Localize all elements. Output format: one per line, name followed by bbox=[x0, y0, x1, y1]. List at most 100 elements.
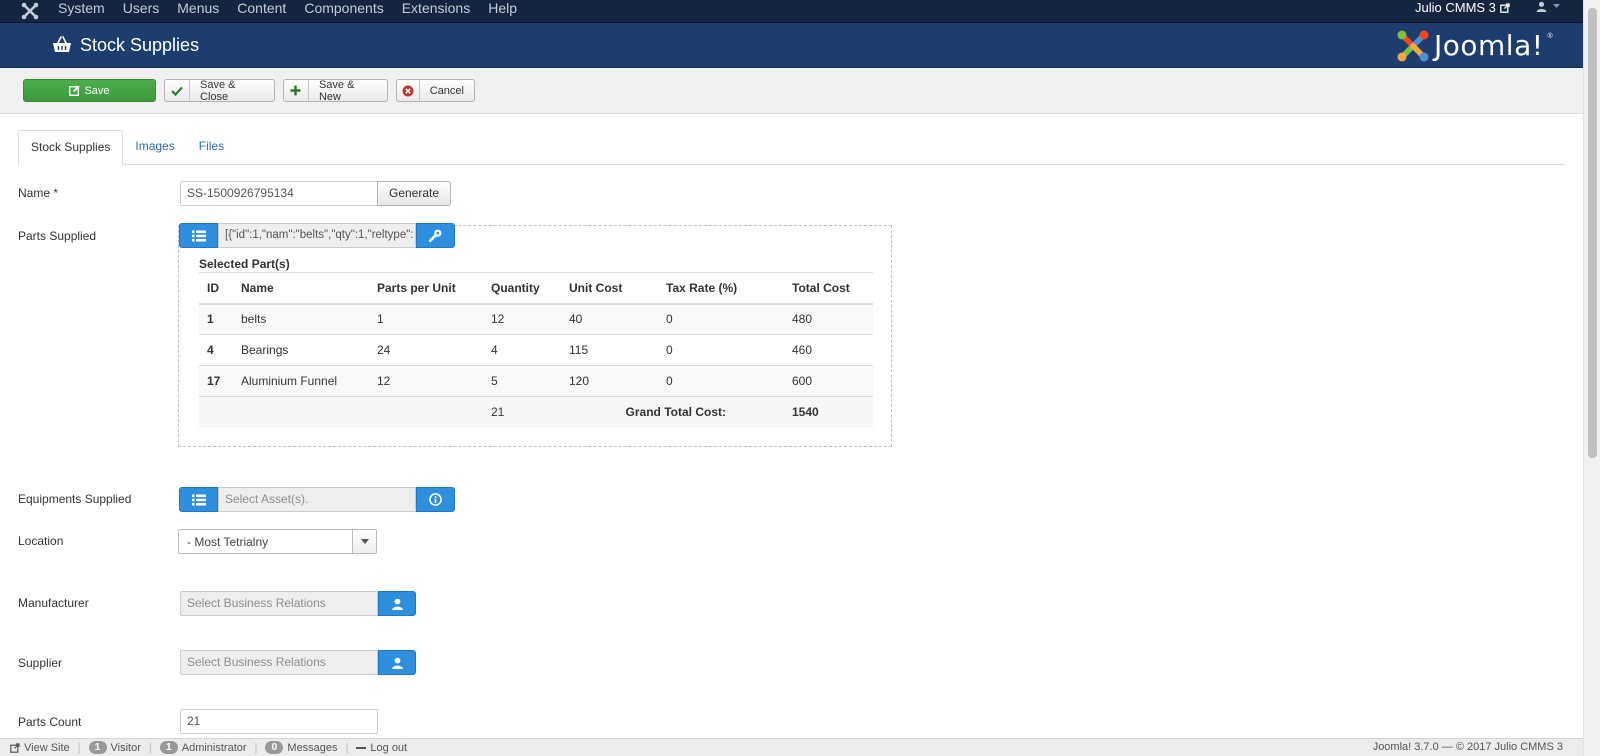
joomla-logo-icon[interactable] bbox=[20, 1, 40, 21]
location-selected-value: - Most Tetrialny bbox=[187, 535, 269, 549]
administrator-label: Administrator bbox=[181, 741, 247, 754]
tab-files[interactable]: Files bbox=[187, 130, 236, 165]
admin-count-badge: 1 bbox=[159, 741, 178, 754]
basket-icon bbox=[53, 36, 71, 52]
parts-count-input[interactable]: 21 bbox=[180, 709, 378, 734]
menu-content[interactable]: Content bbox=[237, 0, 286, 17]
manufacturer-select-button[interactable] bbox=[378, 591, 416, 616]
selected-parts-table: ID Name Parts per Unit Quantity Unit Cos… bbox=[199, 272, 873, 428]
parts-json-input[interactable]: [{"id":1,"nam":"belts","qty":1,"reltype"… bbox=[218, 223, 416, 248]
version-info: Joomla! 3.7.0 — © 2017 Julio CMMS 3 bbox=[1372, 741, 1563, 753]
menu-extensions[interactable]: Extensions bbox=[402, 0, 470, 17]
cell-tax-rate: 0 bbox=[658, 365, 784, 397]
view-site-link[interactable]: View Site bbox=[10, 742, 70, 754]
view-site-label: View Site bbox=[24, 741, 70, 754]
tab-stock-supplies[interactable]: Stock Supplies bbox=[18, 130, 124, 166]
location-select[interactable]: - Most Tetrialny bbox=[178, 529, 377, 554]
save-close-button[interactable]: Save & Close bbox=[164, 79, 275, 103]
messages-link[interactable]: 0 Messages bbox=[265, 741, 338, 754]
page-title: Stock Supplies bbox=[52, 34, 199, 56]
user-icon bbox=[391, 657, 403, 669]
logout-link[interactable]: Log out bbox=[356, 742, 407, 754]
save-button[interactable]: Save bbox=[23, 79, 156, 102]
supplier-select-button[interactable] bbox=[378, 650, 416, 675]
col-id: ID bbox=[199, 272, 233, 305]
save-label: Save bbox=[84, 84, 110, 97]
admin-menu: System Users Menus Content Components Ex… bbox=[58, 0, 535, 17]
action-toolbar: Save Save & Close Save & New Cancel bbox=[0, 68, 1583, 114]
menu-menus[interactable]: Menus bbox=[177, 0, 219, 17]
cancel-label: Cancel bbox=[429, 84, 464, 97]
name-input[interactable]: SS-1500926795134 bbox=[180, 181, 378, 206]
col-unit-cost: Unit Cost bbox=[561, 272, 658, 305]
status-links: View Site | 1 Visitor | 1 Administrator … bbox=[10, 741, 407, 754]
cell-quantity: 5 bbox=[483, 365, 561, 397]
table-header-row: ID Name Parts per Unit Quantity Unit Cos… bbox=[199, 272, 873, 305]
equipments-input[interactable]: Select Asset(s). bbox=[218, 487, 416, 512]
user-menu[interactable] bbox=[1536, 1, 1560, 12]
registered-mark: ® bbox=[1547, 33, 1553, 40]
page-title-text: Stock Supplies bbox=[80, 35, 200, 55]
cell-total-cost: 600 bbox=[784, 365, 873, 397]
equipments-info-button[interactable] bbox=[416, 487, 455, 512]
page-scrollbar[interactable] bbox=[1583, 0, 1600, 756]
user-icon bbox=[1536, 1, 1547, 12]
cell-parts-per-unit: 24 bbox=[369, 334, 483, 366]
top-navbar: System Users Menus Content Components Ex… bbox=[0, 0, 1583, 23]
supplier-input[interactable]: Select Business Relations bbox=[180, 650, 378, 675]
cell-tax-rate: 0 bbox=[658, 303, 784, 335]
parts-count-label: Parts Count bbox=[18, 715, 82, 729]
equipments-list-button[interactable] bbox=[179, 487, 218, 512]
chevron-down-icon[interactable] bbox=[352, 530, 376, 553]
parts-supplied-panel: Selected Part(s) ID Name Parts per Unit … bbox=[178, 225, 892, 447]
cell-unit-cost: 115 bbox=[561, 334, 658, 366]
wrench-icon bbox=[429, 229, 442, 242]
parts-list-button[interactable] bbox=[179, 223, 218, 248]
cell-total-cost: 480 bbox=[784, 303, 873, 335]
cancel-button[interactable]: Cancel bbox=[396, 79, 475, 102]
cell-parts-per-unit: 1 bbox=[369, 303, 483, 335]
menu-components[interactable]: Components bbox=[304, 0, 383, 17]
edit-icon bbox=[69, 80, 84, 101]
equipments-supplied-label: Equipments Supplied bbox=[18, 492, 132, 506]
visitor-link[interactable]: 1 Visitor bbox=[88, 741, 141, 754]
cell-name: Aluminium Funnel bbox=[233, 365, 369, 397]
save-new-label: Save & New bbox=[318, 78, 355, 103]
cell-tax-rate: 0 bbox=[658, 334, 784, 366]
col-quantity: Quantity bbox=[483, 272, 561, 305]
cell-unit-cost: 120 bbox=[561, 365, 658, 397]
scrollbar-thumb[interactable] bbox=[1588, 8, 1597, 458]
col-total-cost: Total Cost bbox=[784, 272, 873, 305]
tab-images[interactable]: Images bbox=[123, 130, 186, 165]
messages-label: Messages bbox=[287, 741, 338, 754]
separator: | bbox=[254, 741, 258, 754]
generate-button[interactable]: Generate bbox=[377, 181, 452, 206]
plus-icon bbox=[284, 80, 309, 101]
menu-system[interactable]: System bbox=[58, 0, 105, 17]
administrator-link[interactable]: 1 Administrator bbox=[159, 741, 247, 754]
brand-name: Joomla! bbox=[1434, 29, 1544, 62]
manufacturer-input[interactable]: Select Business Relations bbox=[180, 591, 378, 616]
logout-label: Log out bbox=[370, 741, 408, 754]
joomla-logo-icon bbox=[1397, 30, 1429, 62]
parts-supplied-label: Parts Supplied bbox=[18, 229, 97, 243]
supplier-label: Supplier bbox=[18, 656, 63, 670]
cell-id: 4 bbox=[199, 334, 233, 366]
site-link[interactable]: Julio CMMS 3 bbox=[1415, 0, 1510, 16]
table-row: 1 belts 1 12 40 0 480 bbox=[199, 303, 873, 335]
menu-users[interactable]: Users bbox=[123, 0, 160, 17]
col-tax-rate: Tax Rate (%) bbox=[658, 272, 784, 305]
external-link-icon bbox=[1500, 3, 1510, 13]
grand-total-value: 1540 bbox=[784, 396, 873, 428]
table-row: 4 Bearings 24 4 115 0 460 bbox=[199, 334, 873, 366]
col-name: Name bbox=[233, 272, 369, 305]
table-total-row: 21 Grand Total Cost: 1540 bbox=[199, 396, 873, 428]
check-icon bbox=[165, 80, 190, 101]
cell-total-cost: 460 bbox=[784, 334, 873, 366]
parts-wrench-button[interactable] bbox=[416, 223, 455, 248]
save-new-button[interactable]: Save & New bbox=[283, 78, 388, 103]
separator: | bbox=[77, 741, 81, 754]
cell-unit-cost: 40 bbox=[561, 303, 658, 335]
manufacturer-label: Manufacturer bbox=[18, 596, 89, 610]
menu-help[interactable]: Help bbox=[488, 0, 517, 17]
